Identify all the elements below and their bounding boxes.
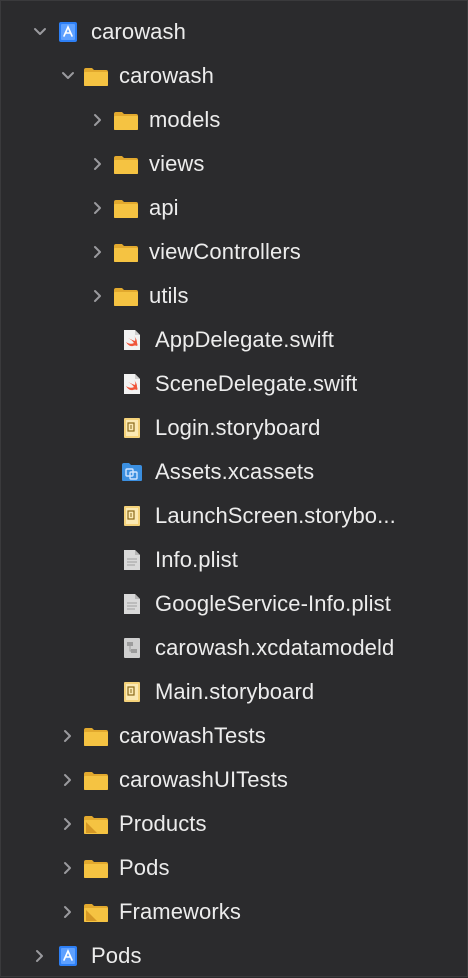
folder-icon <box>113 197 139 219</box>
tree-item-products[interactable]: Products <box>1 802 467 846</box>
tree-item-label: Login.storyboard <box>155 415 321 440</box>
tree-item-views[interactable]: views <box>1 142 467 186</box>
tree-item-assets-xcassets[interactable]: Assets.xcassets <box>1 450 467 494</box>
plist-file-icon <box>119 593 145 615</box>
tree-item-label: carowash <box>91 19 186 44</box>
plist-file-icon <box>119 549 145 571</box>
chevron-right-icon[interactable] <box>89 199 107 217</box>
tree-item-models[interactable]: models <box>1 98 467 142</box>
folder-icon <box>113 109 139 131</box>
project-navigator: carowash carowash models views api viewContro… <box>0 0 468 977</box>
group-folder-icon <box>83 813 109 835</box>
tree-item-carowash[interactable]: carowash <box>1 10 467 54</box>
storyboard-file-icon <box>119 417 145 439</box>
chevron-right-icon[interactable] <box>59 727 77 745</box>
tree-item-label: AppDelegate.swift <box>155 327 335 352</box>
swift-file-icon <box>119 373 145 395</box>
folder-icon <box>83 65 109 87</box>
xcode-project-icon <box>55 21 81 43</box>
storyboard-file-icon <box>119 681 145 703</box>
chevron-right-icon[interactable] <box>59 903 77 921</box>
tree-item-label: Frameworks <box>119 899 242 924</box>
chevron-right-icon[interactable] <box>59 815 77 833</box>
folder-icon <box>83 769 109 791</box>
tree-item-label: Info.plist <box>155 547 238 572</box>
tree-item-utils[interactable]: utils <box>1 274 467 318</box>
chevron-right-icon[interactable] <box>89 243 107 261</box>
tree-item-label: views <box>149 151 205 176</box>
tree-item-info-plist[interactable]: Info.plist <box>1 538 467 582</box>
chevron-right-icon[interactable] <box>89 111 107 129</box>
group-folder-icon <box>83 901 109 923</box>
tree-item-pods[interactable]: Pods <box>1 846 467 890</box>
folder-icon <box>113 241 139 263</box>
tree-item-label: carowashUITests <box>119 767 289 792</box>
tree-item-appdelegate-swift[interactable]: AppDelegate.swift <box>1 318 467 362</box>
tree-item-label: carowash.xcdatamodeld <box>155 635 395 660</box>
xcode-project-icon <box>55 945 81 967</box>
tree-item-carowashuitests[interactable]: carowashUITests <box>1 758 467 802</box>
tree-item-label: models <box>149 107 221 132</box>
chevron-right-icon[interactable] <box>89 287 107 305</box>
tree-item-carowash[interactable]: carowash <box>1 54 467 98</box>
tree-item-api[interactable]: api <box>1 186 467 230</box>
chevron-down-icon[interactable] <box>59 67 77 85</box>
tree-item-label: Products <box>119 811 207 836</box>
tree-item-label: LaunchScreen.storybo... <box>155 503 396 528</box>
tree-item-label: viewControllers <box>149 239 301 264</box>
tree-item-label: Pods <box>119 855 170 880</box>
tree-item-label: Main.storyboard <box>155 679 315 704</box>
tree-item-label: api <box>149 195 179 220</box>
storyboard-file-icon <box>119 505 145 527</box>
chevron-right-icon[interactable] <box>89 155 107 173</box>
tree-item-label: Pods <box>91 943 142 968</box>
folder-icon <box>113 153 139 175</box>
tree-item-label: GoogleService-Info.plist <box>155 591 391 616</box>
folder-icon <box>83 725 109 747</box>
tree-item-googleservice-info-plist[interactable]: GoogleService-Info.plist <box>1 582 467 626</box>
tree-item-launchscreen-storybo[interactable]: LaunchScreen.storybo... <box>1 494 467 538</box>
tree-item-login-storyboard[interactable]: Login.storyboard <box>1 406 467 450</box>
tree-item-viewcontrollers[interactable]: viewControllers <box>1 230 467 274</box>
tree-item-label: SceneDelegate.swift <box>155 371 358 396</box>
chevron-down-icon[interactable] <box>31 23 49 41</box>
tree-item-pods[interactable]: Pods <box>1 934 467 978</box>
asset-catalog-icon <box>119 461 145 483</box>
folder-icon <box>83 857 109 879</box>
data-model-icon <box>119 637 145 659</box>
tree-item-label: carowash <box>119 63 214 88</box>
tree-item-scenedelegate-swift[interactable]: SceneDelegate.swift <box>1 362 467 406</box>
file-tree: carowash carowash models views api viewContro… <box>1 10 467 978</box>
tree-item-label: utils <box>149 283 189 308</box>
chevron-right-icon[interactable] <box>31 947 49 965</box>
tree-item-main-storyboard[interactable]: Main.storyboard <box>1 670 467 714</box>
tree-item-label: Assets.xcassets <box>155 459 315 484</box>
tree-item-frameworks[interactable]: Frameworks <box>1 890 467 934</box>
tree-item-carowashtests[interactable]: carowashTests <box>1 714 467 758</box>
chevron-right-icon[interactable] <box>59 859 77 877</box>
chevron-right-icon[interactable] <box>59 771 77 789</box>
tree-item-carowash-xcdatamodeld[interactable]: carowash.xcdatamodeld <box>1 626 467 670</box>
tree-item-label: carowashTests <box>119 723 266 748</box>
folder-icon <box>113 285 139 307</box>
swift-file-icon <box>119 329 145 351</box>
